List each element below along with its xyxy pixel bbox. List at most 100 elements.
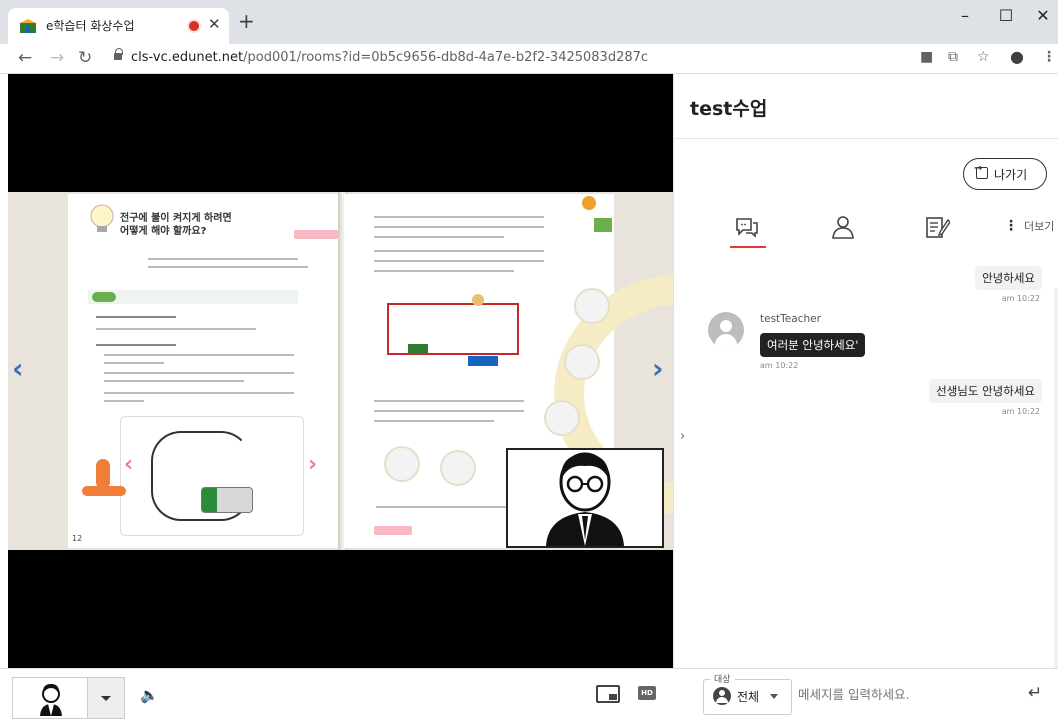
text-line — [148, 258, 298, 260]
text-line — [96, 316, 176, 318]
bulb-illustration-icon — [90, 204, 114, 232]
browser-tab[interactable]: e학습터 화상수업 ✕ — [8, 8, 229, 44]
collapse-panel-icon[interactable]: › — [680, 429, 685, 444]
leave-button[interactable]: 나가기 — [963, 158, 1047, 190]
leave-label: 나가기 — [994, 168, 1028, 182]
chat-tab-icon[interactable] — [734, 214, 760, 240]
text-line — [374, 216, 544, 218]
presenter-avatar-icon — [546, 452, 624, 546]
target-label: 대상 — [710, 672, 735, 685]
message-input[interactable] — [798, 687, 1008, 702]
tab-title: e학습터 화상수업 — [46, 19, 135, 33]
tool-badge — [96, 459, 110, 489]
text-line — [374, 270, 514, 272]
message-time: am 10:22 — [760, 361, 799, 370]
teacher-avatar-icon — [708, 312, 744, 348]
bulb-part-image — [574, 288, 610, 324]
chat-scrollbar[interactable] — [1054, 288, 1058, 668]
chat-message-teacher: 여러분 안녕하세요' — [760, 333, 866, 357]
circuit-figure — [120, 416, 304, 536]
more-menu-button[interactable]: ⋮ 더보기 — [1004, 218, 1054, 234]
socket-part-image — [564, 344, 600, 380]
hd-quality-icon[interactable]: HD — [638, 686, 656, 700]
window-close-button[interactable]: ✕ — [1020, 6, 1058, 25]
recording-indicator-icon — [189, 21, 199, 31]
reload-button[interactable]: ↻ — [78, 48, 92, 68]
chapter-title-line2: 어떻게 해야 할까요? — [120, 226, 207, 237]
slide-next-icon[interactable]: › — [652, 352, 664, 385]
more-label: 더보기 — [1024, 220, 1055, 233]
target-value[interactable]: 전체 — [737, 688, 759, 705]
active-tab-indicator — [730, 246, 766, 248]
text-line — [374, 410, 524, 412]
text-line — [374, 260, 544, 262]
page-number: 12 — [72, 534, 83, 543]
message-sender: testTeacher — [760, 313, 821, 325]
user-avatar-icon — [40, 684, 62, 716]
send-enter-icon[interactable]: ↵ — [1028, 683, 1042, 703]
camera-icon[interactable]: ■ — [920, 49, 933, 65]
room-title: test수업 — [690, 98, 768, 120]
everyone-icon — [713, 687, 731, 705]
browser-menu-icon[interactable]: ⋮ — [1042, 49, 1056, 65]
device-dropdown-button[interactable] — [88, 677, 125, 719]
circuit-photo-icon — [387, 294, 519, 366]
site-favicon-icon — [20, 19, 36, 33]
message-time: am 10:22 — [1001, 407, 1040, 416]
figure-prev-icon[interactable]: ‹ — [124, 452, 133, 477]
text-line — [104, 354, 294, 356]
browser-tabstrip: e학습터 화상수업 ✕ + – ☐ ✕ — [0, 0, 1058, 44]
tab-close-icon[interactable]: ✕ — [208, 15, 221, 33]
chapter-title: 전구에 불이 켜지게 하려면 어떻게 해야 할까요? — [120, 212, 270, 238]
corner-badge — [582, 196, 596, 210]
exit-icon — [974, 163, 988, 179]
self-video-thumbnail[interactable] — [12, 677, 88, 719]
chevron-down-icon[interactable] — [770, 694, 778, 699]
switch-part-image — [384, 446, 420, 482]
text-line — [104, 400, 144, 402]
chat-panel: test수업 나가기 ⋮ 더보기 안녕하세요 am 10:22 testTeach… — [673, 74, 1058, 668]
chat-message-mine: 안녕하세요 — [975, 266, 1042, 290]
translate-icon[interactable]: ⧉ — [948, 49, 958, 65]
review-tag — [374, 526, 412, 535]
bookmark-star-icon[interactable]: ☆ — [977, 49, 990, 65]
text-line — [104, 392, 294, 394]
minimize-button[interactable]: – — [942, 6, 988, 25]
text-line — [148, 266, 308, 268]
presenter-video — [506, 448, 664, 548]
activity-badge — [92, 292, 116, 302]
text-line — [374, 250, 544, 252]
notes-tab-icon[interactable] — [924, 214, 950, 240]
url-path: /pod001/rooms?id=0b5c9656-db8d-4a7e-b2f2… — [243, 50, 649, 65]
wire-part-image — [440, 450, 476, 486]
battery-part-image — [544, 400, 580, 436]
text-line — [96, 344, 176, 346]
battery-shape — [201, 487, 253, 513]
zoom-control — [82, 486, 126, 496]
address-bar[interactable]: cls-vc.edunet.net/pod001/rooms?id=0b5c96… — [131, 50, 648, 65]
textbook-left-page: 전구에 불이 켜지게 하려면 어떻게 해야 할까요? 12 — [68, 194, 340, 548]
browser-toolbar: ← → ↻ cls-vc.edunet.net/pod001/rooms?id=… — [0, 44, 1058, 74]
new-tab-button[interactable]: + — [238, 11, 255, 31]
message-time: am 10:22 — [1001, 294, 1040, 303]
lock-icon[interactable] — [114, 48, 123, 60]
start-tag — [294, 230, 338, 239]
profile-icon[interactable]: ● — [1010, 47, 1024, 66]
text-line — [104, 362, 164, 364]
text-line — [374, 236, 504, 238]
slide-prev-icon[interactable]: ‹ — [12, 352, 24, 385]
participants-tab-icon[interactable] — [830, 214, 856, 240]
bottom-controls: 🔈 HD 대상 전체 ↵ — [0, 668, 1058, 722]
back-button[interactable]: ← — [18, 48, 32, 68]
more-vertical-icon: ⋮ — [1004, 218, 1018, 234]
text-line — [374, 226, 544, 228]
chapter-title-line1: 전구에 불이 켜지게 하려면 — [120, 213, 232, 224]
url-domain: cls-vc.edunet.net — [131, 50, 244, 65]
text-line — [104, 380, 244, 382]
chat-message-mine: 선생님도 안녕하세요 — [929, 379, 1042, 403]
text-line — [96, 328, 256, 330]
speaker-icon[interactable]: 🔈 — [140, 686, 159, 704]
forward-button[interactable]: → — [50, 48, 64, 68]
picture-in-picture-icon[interactable] — [596, 685, 620, 703]
figure-next-icon[interactable]: › — [308, 452, 317, 477]
